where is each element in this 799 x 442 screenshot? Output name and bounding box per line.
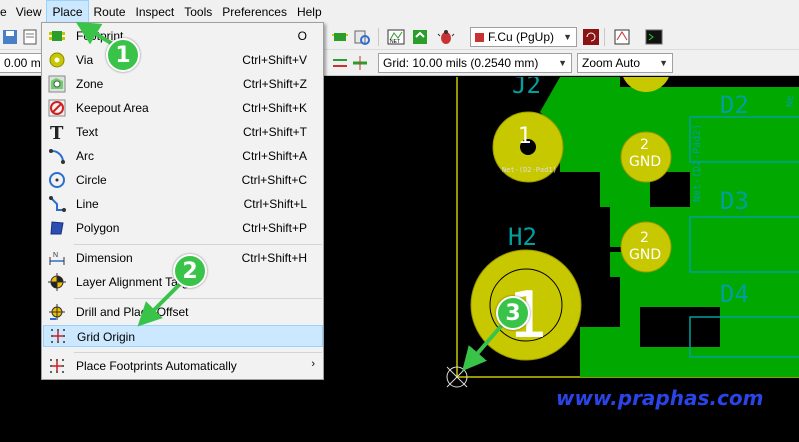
step-badge-2: 2: [173, 254, 207, 288]
step-badge-3: 3: [496, 296, 530, 330]
arrow-3: [462, 323, 504, 372]
watermark: www.praphas.com: [556, 386, 764, 410]
arrow-2: [137, 280, 184, 327]
step-badge-1: 1: [106, 38, 140, 72]
